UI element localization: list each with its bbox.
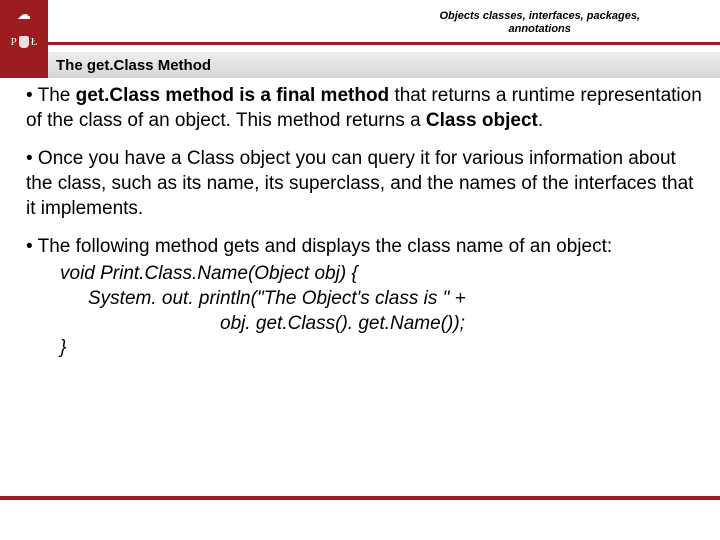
slide-header: ☁ P Ł Objects classes, interfaces, packa…: [0, 0, 720, 52]
logo-letter-l: Ł: [31, 36, 38, 48]
bullet-3: • The following method gets and displays…: [26, 235, 704, 360]
bullet-1-suffix: .: [538, 110, 543, 131]
header-topic-line2: annotations: [439, 23, 640, 36]
bullet-3-text: • The following method gets and displays…: [26, 235, 704, 260]
bullet-1-prefix: • The: [26, 85, 76, 106]
slide-title: The get.Class Method: [56, 57, 211, 74]
code-line-1: void Print.Class.Name(Object obj) {: [60, 262, 704, 287]
slide-subheader: The get.Class Method: [0, 52, 720, 78]
bullet-1-bold2: Class object: [426, 110, 538, 131]
slide-content: • The get.Class method is a final method…: [26, 84, 704, 375]
header-topic-line1: Objects classes, interfaces, packages,: [439, 10, 640, 23]
bullet-1: • The get.Class method is a final method…: [26, 84, 704, 133]
header-topic: Objects classes, interfaces, packages, a…: [439, 10, 640, 36]
university-logo: ☁ P Ł: [0, 0, 48, 52]
code-sample: void Print.Class.Name(Object obj) { Syst…: [60, 262, 704, 361]
bullet-2: • Once you have a Class object you can q…: [26, 147, 704, 221]
logo-continuation: [0, 52, 48, 78]
code-line-4: }: [60, 336, 704, 361]
code-line-3: obj. get.Class(). get.Name());: [220, 312, 704, 337]
footer-divider: [0, 496, 720, 500]
logo-letters: P Ł: [11, 36, 38, 48]
logo-letter-p: P: [11, 36, 17, 48]
logo-emblem-icon: ☁: [17, 6, 31, 23]
logo-crest-icon: [19, 36, 29, 48]
code-line-2: System. out. println("The Object's class…: [88, 287, 704, 312]
header-divider: [48, 42, 720, 45]
bullet-1-bold1: get.Class method is a final method: [76, 85, 390, 106]
